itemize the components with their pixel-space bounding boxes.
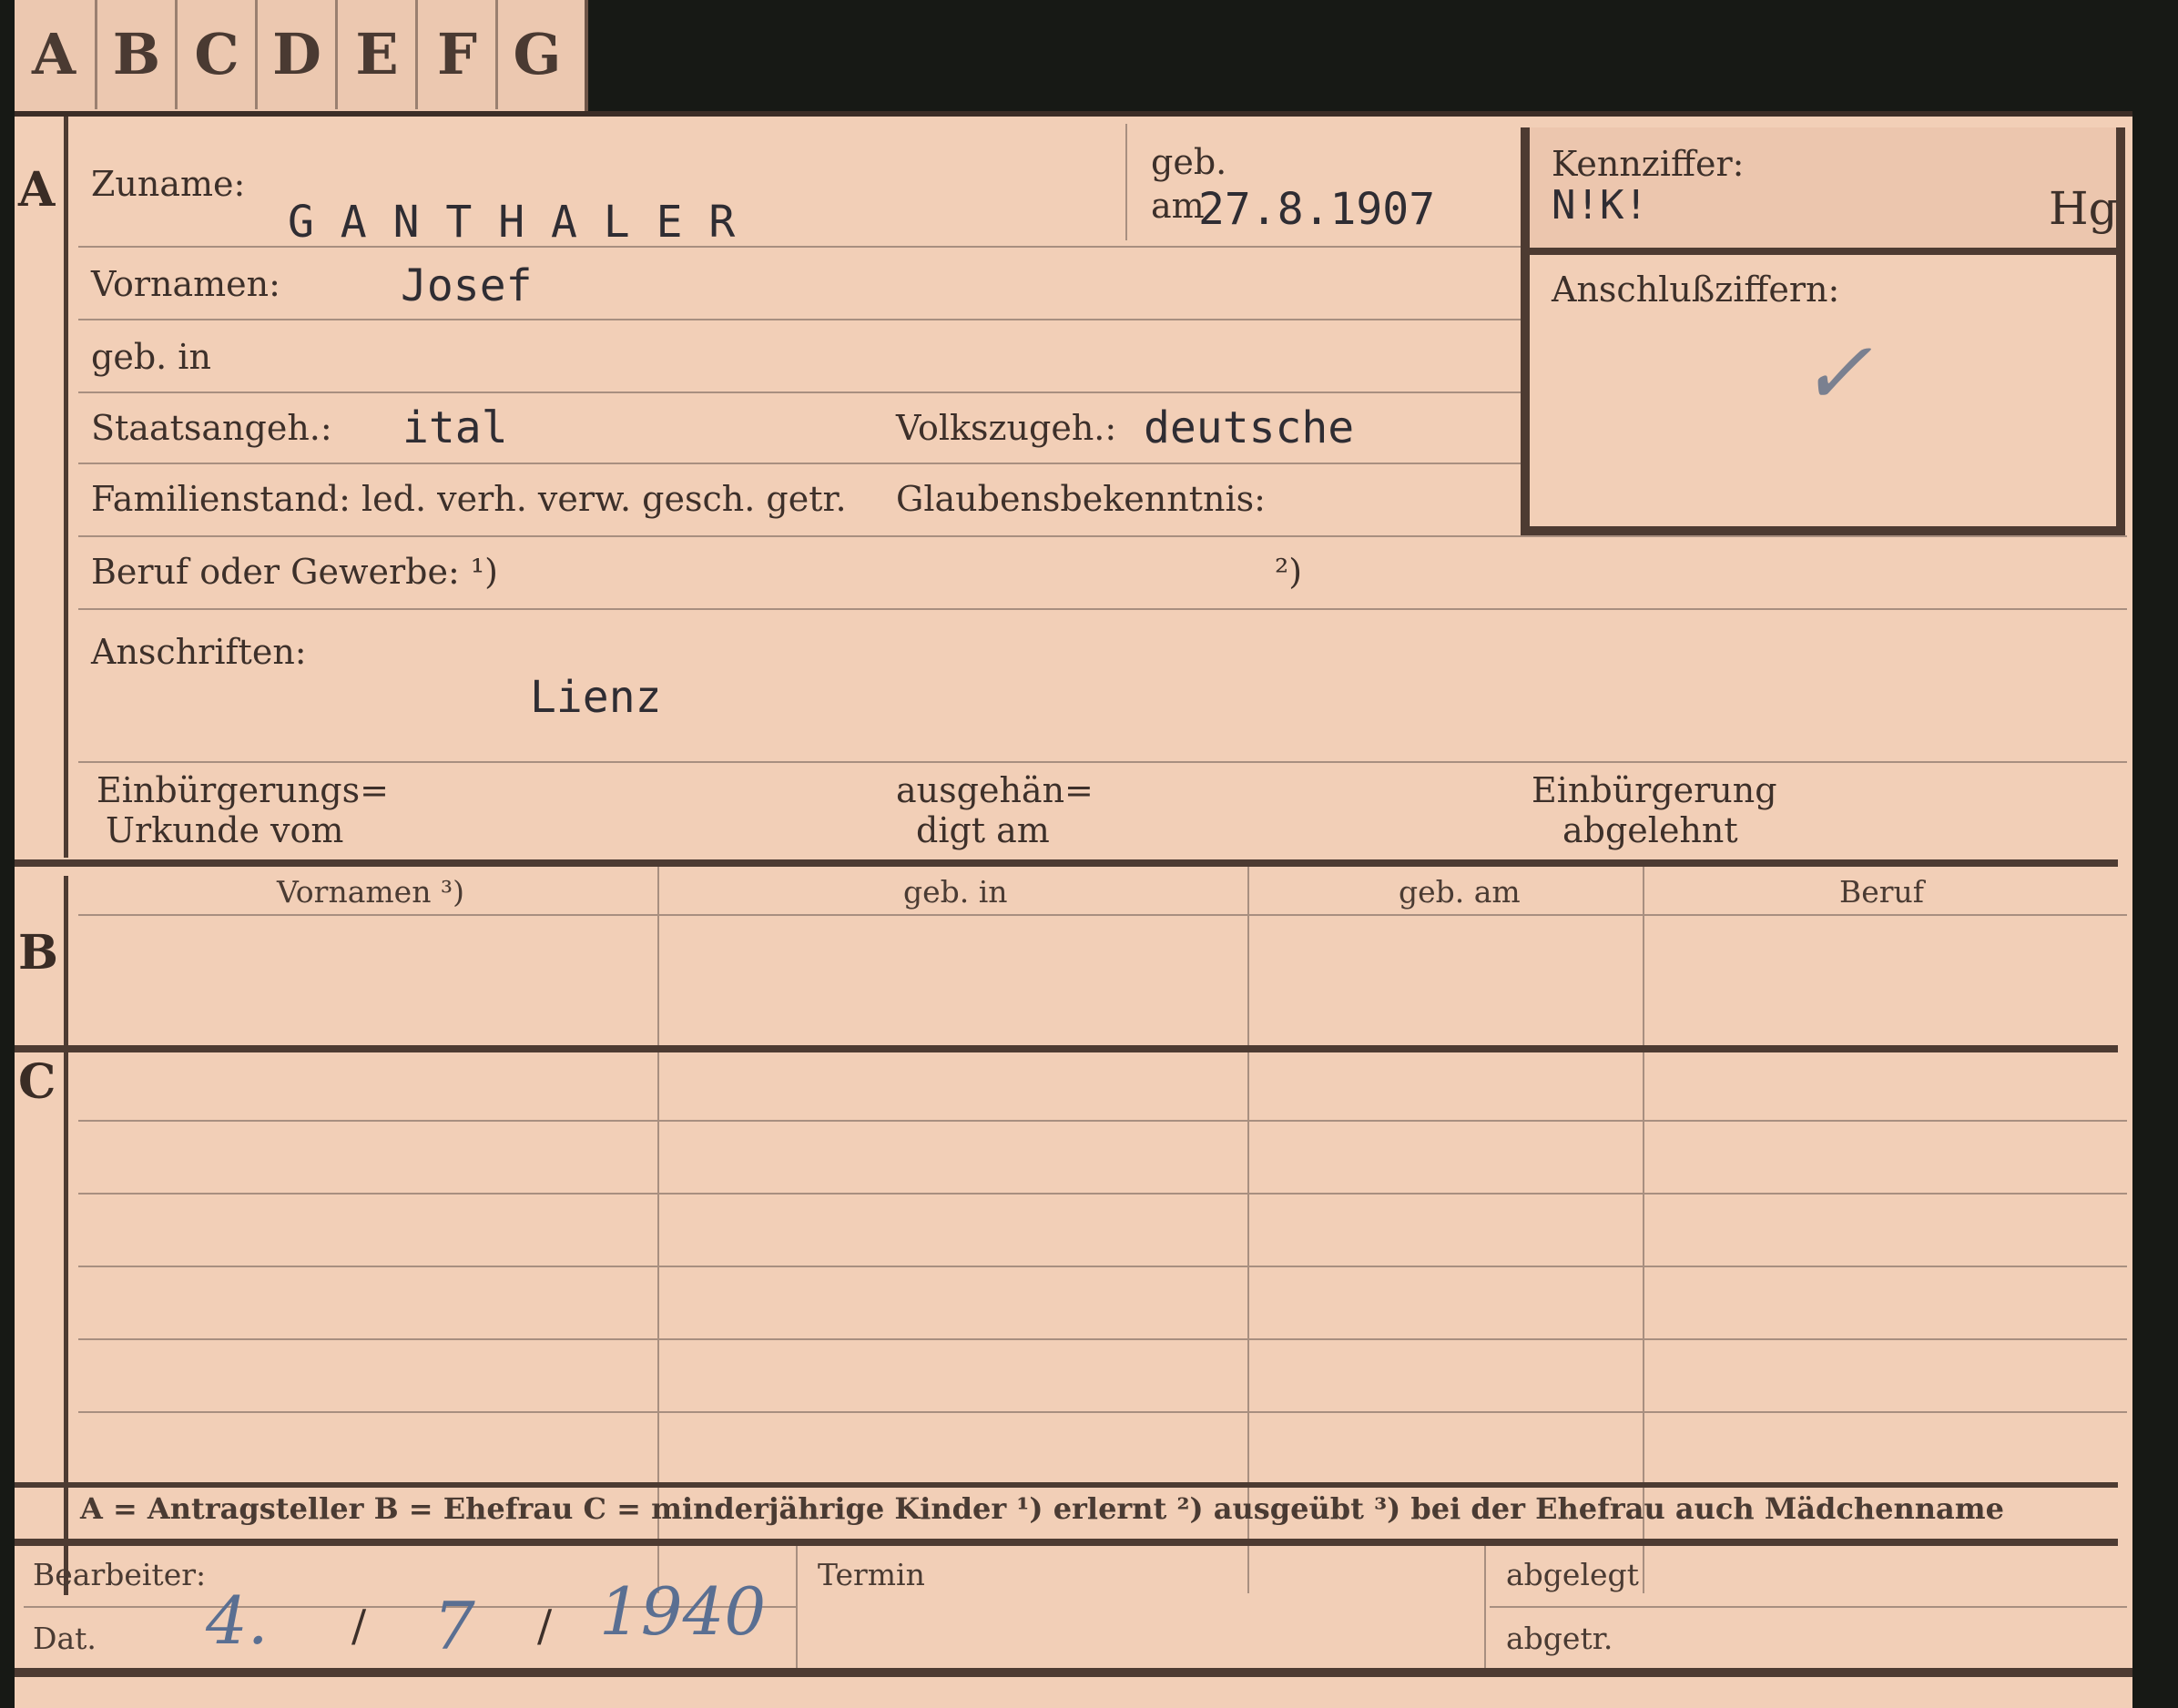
section-c-top — [15, 1045, 2118, 1052]
row-line — [78, 761, 2127, 763]
ausgeh-label-2: digt am — [916, 810, 1050, 850]
legend-top — [15, 1482, 2118, 1488]
col-header-vornamen: Vornamen ³) — [277, 874, 465, 910]
check-mark: ✓ — [1799, 322, 1873, 424]
tab-a: A — [31, 21, 76, 87]
index-tabs: A B C D E F G — [15, 0, 588, 111]
glaubens-label: Glaubensbekenntnis: — [896, 479, 1266, 519]
zuname-value: G A N T H A L E R — [288, 197, 736, 248]
volkszugeh-label: Volkszugeh.: — [896, 408, 1117, 448]
bearbeiter-label: Bearbeiter: — [33, 1557, 207, 1592]
dat-sep-1: / — [351, 1601, 367, 1652]
tab-d: D — [255, 0, 336, 109]
section-letter-b: B — [18, 925, 58, 981]
col-header-beruf: Beruf — [1839, 874, 1925, 910]
section-b-top — [15, 859, 2118, 867]
geb-am-value: 27.8.1907 — [1198, 184, 1436, 235]
col-header-geb-in: geb. in — [903, 874, 1008, 910]
anschluss-label: Anschlußziffern: — [1552, 269, 1840, 310]
vornamen-label: Vornamen: — [91, 264, 280, 304]
registration-card: A B C Zuname: G A N T H A L E R geb. am … — [15, 111, 2132, 1708]
row-line — [1490, 1606, 2127, 1608]
einb-abgelehnt-label-1: Einbürgerung — [1532, 770, 1777, 810]
row-line — [78, 535, 2127, 537]
kennziffer-divider — [1530, 248, 2116, 255]
beruf-note2: ²) — [1275, 552, 1303, 592]
dat-day: 4. — [206, 1582, 269, 1659]
abgetr-label: abgetr. — [1506, 1621, 1613, 1656]
vornamen-value: Josef — [401, 260, 533, 311]
kennziffer-value: N!K! — [1552, 182, 1648, 229]
row-line — [78, 319, 1521, 320]
row-line — [78, 914, 2127, 916]
section-letter-a: A — [18, 162, 56, 218]
abgelegt-label: abgelegt — [1506, 1557, 1639, 1592]
row-line — [78, 463, 1521, 464]
col-header-geb-am: geb. am — [1399, 874, 1521, 910]
geb-divider — [1125, 124, 1127, 240]
kennziffer-label: Kennziffer: — [1552, 144, 1745, 184]
staatsangeh-value: ital — [402, 402, 508, 453]
row-line — [78, 1266, 2127, 1267]
anschriften-label: Anschriften: — [91, 632, 307, 672]
footer-divider — [796, 1546, 798, 1668]
row-line — [78, 246, 1521, 248]
geb-am-label: am — [1151, 186, 1205, 226]
row-line — [78, 1338, 2127, 1340]
footer-divider — [1484, 1546, 1486, 1668]
card-bottom-rule — [15, 1668, 2132, 1677]
anschriften-value: Lienz — [530, 672, 662, 723]
tab-g: G — [495, 0, 576, 109]
geb-in-label: geb. in — [91, 337, 211, 377]
section-letter-c: C — [18, 1054, 56, 1110]
row-line — [78, 1120, 2127, 1122]
tab-c: C — [175, 0, 256, 109]
einb-abgelehnt-label-2: abgelehnt — [1562, 810, 1738, 850]
legend-bottom — [15, 1539, 2118, 1546]
row-line — [78, 608, 2127, 610]
zuname-label: Zuname: — [91, 164, 246, 204]
legend-text: A = Antragsteller B = Ehefrau C = minder… — [80, 1491, 2004, 1526]
dat-month: 7 — [433, 1588, 475, 1664]
section-a-rule — [64, 117, 68, 858]
volkszugeh-value: deutsche — [1144, 402, 1355, 453]
einb-urkunde-label-1: Einbürgerungs= — [97, 770, 389, 810]
familienstand-label: Familienstand: led. verh. verw. gesch. g… — [91, 479, 847, 519]
dat-sep-2: / — [537, 1601, 553, 1652]
tab-f: F — [415, 0, 496, 109]
tab-e: E — [335, 0, 416, 109]
kennziffer-box-left — [1521, 127, 1530, 537]
dat-label: Dat. — [33, 1621, 97, 1656]
termin-label: Termin — [818, 1557, 925, 1592]
beruf-label: Beruf oder Gewerbe: ¹) — [91, 552, 498, 592]
geb-label: geb. — [1151, 142, 1227, 182]
dat-year: 1940 — [599, 1573, 767, 1650]
row-line — [78, 1411, 2127, 1413]
row-line — [78, 391, 1521, 393]
tab-b: B — [95, 0, 176, 109]
einb-urkunde-label-2: Urkunde vom — [106, 810, 344, 850]
row-line — [78, 1193, 2127, 1195]
staatsangeh-label: Staatsangeh.: — [91, 408, 332, 448]
kennziffer-note: Hg — [2049, 182, 2118, 235]
ausgeh-label-1: ausgehän= — [896, 770, 1094, 810]
